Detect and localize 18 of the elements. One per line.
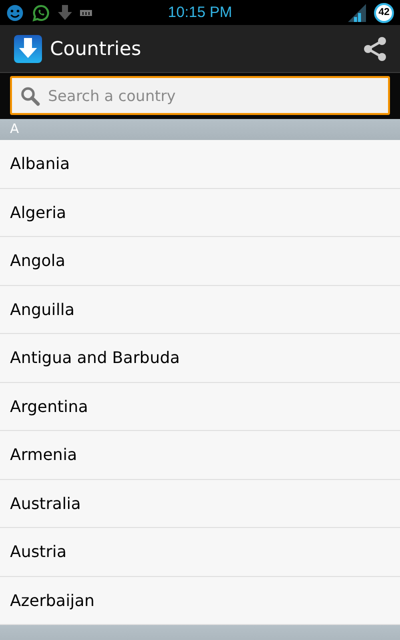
share-icon[interactable] (362, 36, 388, 62)
country-item[interactable]: Argentina (0, 382, 400, 431)
chat-bubble-icon (32, 4, 50, 22)
smiley-icon (6, 4, 24, 22)
app-icon (14, 34, 42, 62)
download-icon (58, 4, 72, 20)
country-item[interactable]: Azerbaijan (0, 576, 400, 625)
search-field[interactable]: Search a country (10, 76, 390, 115)
clock-time: 10:15 PM (166, 4, 234, 21)
search-icon (20, 86, 40, 106)
battery-level: 42 (374, 2, 394, 22)
signal-icon (348, 4, 366, 22)
screen-title: Countries (50, 38, 142, 60)
country-item[interactable]: Algeria (0, 188, 400, 237)
country-item[interactable]: Australia (0, 480, 400, 528)
section-header: A (0, 119, 400, 140)
country-item[interactable]: Anguilla (0, 286, 400, 334)
notification-icon (80, 8, 92, 18)
